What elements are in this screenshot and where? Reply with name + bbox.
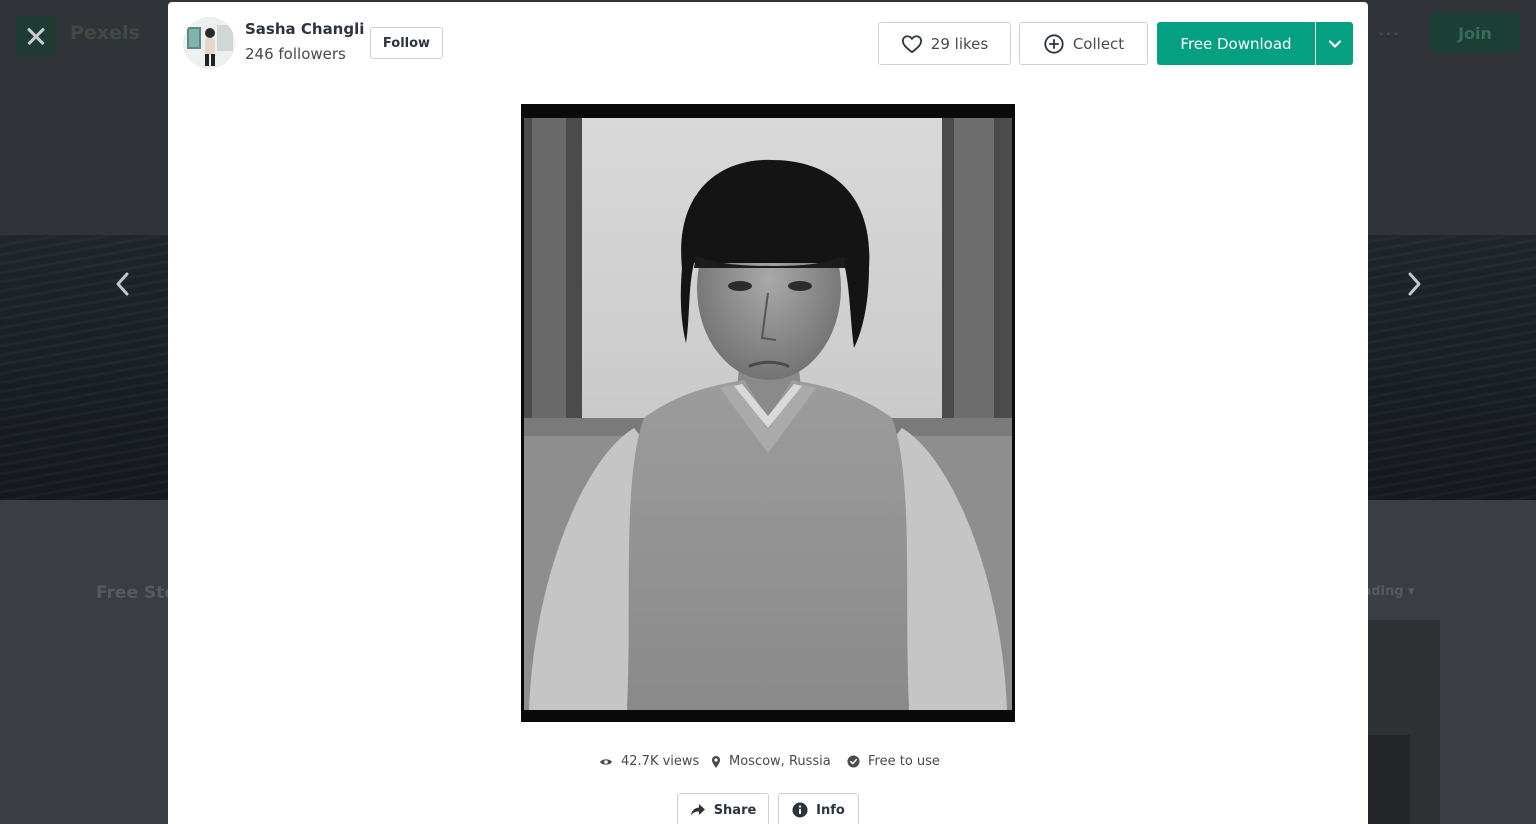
- background-more-icon: ···: [1378, 22, 1401, 46]
- info-button[interactable]: Info: [778, 793, 859, 824]
- next-photo-button[interactable]: [1396, 266, 1432, 302]
- views-stat: 42.7K views: [599, 754, 699, 769]
- background-section-heading: Free Sto: [96, 583, 176, 603]
- views-count: 42.7K views: [621, 754, 700, 769]
- check-circle-icon: [847, 755, 860, 768]
- share-button[interactable]: Share: [677, 793, 769, 824]
- eye-icon: [600, 758, 612, 765]
- share-label: Share: [713, 802, 757, 818]
- free-download-button[interactable]: Free Download: [1157, 22, 1315, 65]
- location-stat[interactable]: Moscow, Russia: [711, 754, 831, 769]
- heart-icon: [901, 34, 922, 53]
- avatar[interactable]: [183, 17, 235, 69]
- license-stat[interactable]: Free to use: [847, 754, 940, 769]
- previous-photo-button[interactable]: [105, 266, 141, 302]
- close-button[interactable]: [16, 16, 56, 56]
- chevron-left-icon: [116, 272, 129, 296]
- like-button[interactable]: 29 likes: [878, 22, 1011, 65]
- map-pin-icon: [712, 755, 720, 768]
- chevron-right-icon: [1408, 272, 1421, 296]
- info-label: Info: [816, 802, 845, 818]
- background-sort-label: nding ▾: [1362, 584, 1415, 599]
- license-text: Free to use: [868, 754, 940, 769]
- author-followers: 246 followers: [245, 45, 346, 63]
- background-logo: Pexels: [70, 22, 140, 44]
- plus-circle-icon: [1044, 33, 1064, 54]
- main-photo[interactable]: [524, 118, 1012, 710]
- share-arrow-icon: [690, 804, 705, 816]
- info-icon: [792, 802, 808, 818]
- background-join-button: Join: [1430, 13, 1520, 53]
- download-options-button[interactable]: [1316, 22, 1353, 65]
- likes-count: 29 likes: [930, 34, 989, 53]
- location-text: Moscow, Russia: [729, 754, 831, 769]
- collect-button[interactable]: Collect: [1019, 22, 1148, 65]
- photo-frame: [521, 104, 1015, 722]
- photo-modal: Sasha Changli 246 followers Follow 29 li…: [168, 2, 1368, 824]
- follow-button[interactable]: Follow: [370, 27, 443, 59]
- chevron-down-icon: [1328, 39, 1341, 48]
- author-name[interactable]: Sasha Changli: [245, 20, 364, 38]
- background-photo-card-detail: [1368, 735, 1410, 824]
- collect-label: Collect: [1072, 34, 1125, 53]
